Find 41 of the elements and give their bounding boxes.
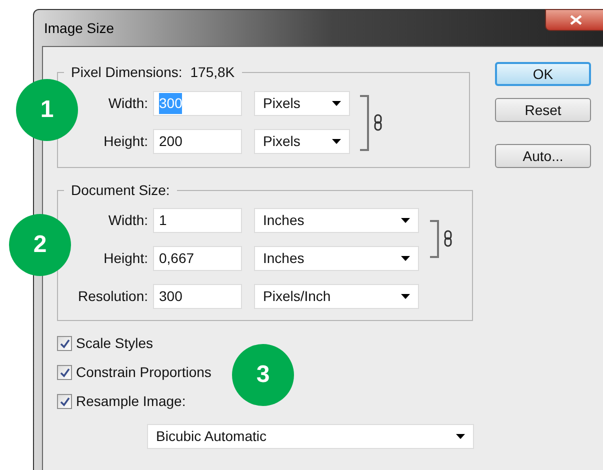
input-field[interactable]: 200: [153, 129, 242, 154]
step-badge: 1: [16, 79, 78, 141]
dialog-button[interactable]: OK: [495, 62, 591, 86]
unit-dropdown[interactable]: Pixels: [254, 91, 350, 116]
checkbox-label: Constrain Proportions: [76, 363, 212, 382]
dialog-button[interactable]: Reset: [495, 98, 591, 122]
window-title: Image Size: [44, 18, 114, 38]
checkmark-icon: [60, 396, 70, 406]
unit-dropdown[interactable]: Pixels: [254, 129, 350, 154]
dropdown-caret-icon: [332, 101, 341, 106]
field-label: Resolution:: [76, 287, 149, 306]
dropdown-caret-icon: [456, 434, 465, 439]
unit-dropdown[interactable]: Inches: [254, 208, 419, 233]
checkmark-icon: [60, 338, 70, 348]
field-label: Height:: [102, 132, 149, 151]
step-badge: 2: [9, 214, 71, 276]
unit-dropdown[interactable]: Inches: [254, 246, 419, 271]
unit-dropdown[interactable]: Pixels/Inch: [254, 284, 419, 309]
checkbox-label: Resample Image:: [76, 392, 186, 411]
field-label: Width:: [107, 94, 149, 113]
field-label: Width:: [107, 211, 149, 230]
close-icon: [570, 15, 582, 25]
unit-dropdown[interactable]: Bicubic Automatic: [147, 424, 474, 449]
input-field[interactable]: 300: [153, 284, 242, 309]
input-field[interactable]: 1: [153, 208, 242, 233]
checkmark-icon: [60, 368, 70, 378]
group-label: Document Size:: [71, 182, 170, 198]
checkbox-label: Scale Styles: [76, 334, 154, 353]
checkbox[interactable]: [57, 394, 72, 409]
dropdown-caret-icon: [401, 256, 410, 261]
input-field[interactable]: 0,667: [153, 246, 242, 271]
dropdown-caret-icon: [332, 139, 341, 144]
group-label: Pixel Dimensions:: [71, 63, 182, 82]
dropdown-caret-icon: [401, 294, 410, 299]
field-label: Height:: [102, 249, 149, 268]
checkbox[interactable]: [57, 336, 72, 351]
dropdown-caret-icon: [401, 218, 410, 223]
checkbox[interactable]: [57, 365, 72, 380]
file-size-value: 175,8K: [190, 63, 235, 82]
close-button[interactable]: [545, 9, 603, 31]
dialog-button[interactable]: Auto...: [495, 144, 591, 168]
